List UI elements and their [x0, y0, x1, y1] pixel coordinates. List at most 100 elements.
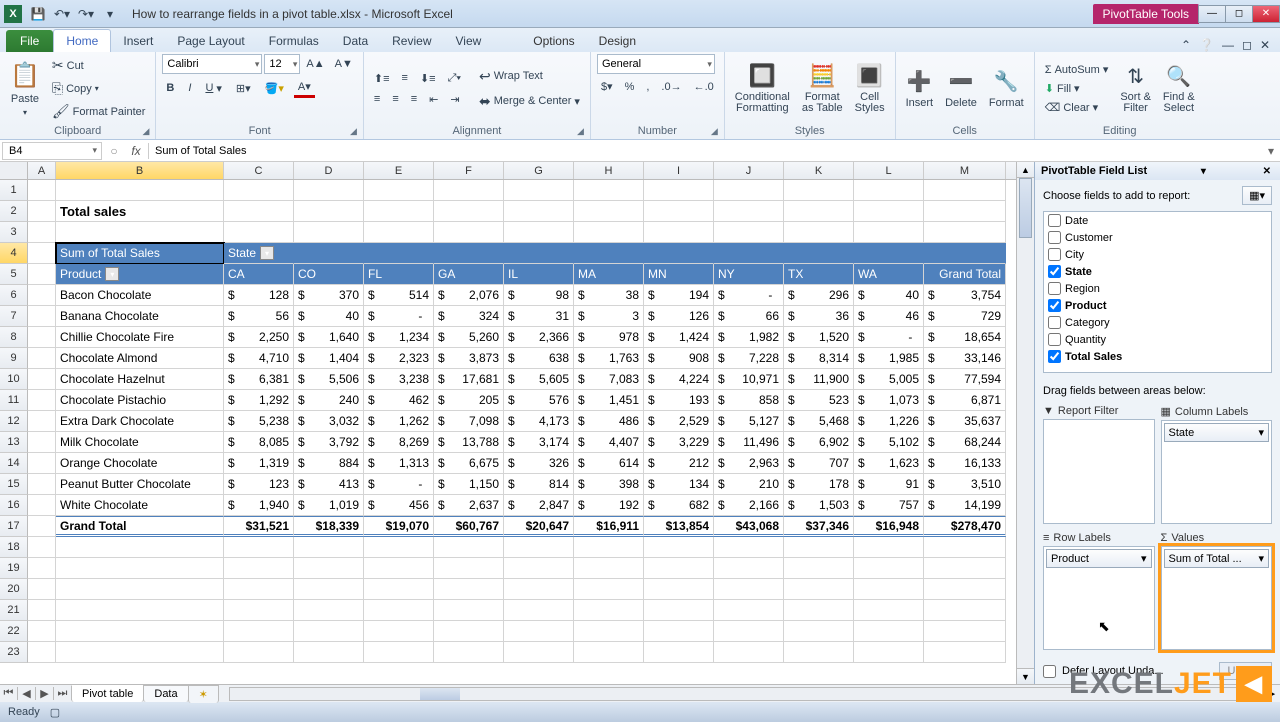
- cell[interactable]: $193: [644, 390, 714, 411]
- cell[interactable]: [434, 243, 504, 264]
- cell[interactable]: $31,521: [224, 516, 294, 537]
- cell[interactable]: [504, 222, 574, 243]
- cell[interactable]: $1,073: [854, 390, 924, 411]
- col-header[interactable]: I: [644, 162, 714, 179]
- cell[interactable]: [294, 579, 364, 600]
- cell[interactable]: Chocolate Hazelnut: [56, 369, 224, 390]
- cell[interactable]: $6,675: [434, 453, 504, 474]
- cell[interactable]: [294, 243, 364, 264]
- cell[interactable]: $13,854: [644, 516, 714, 537]
- cell[interactable]: Banana Chocolate: [56, 306, 224, 327]
- cell[interactable]: Orange Chocolate: [56, 453, 224, 474]
- name-box[interactable]: B4: [2, 142, 102, 160]
- cell[interactable]: $16,948: [854, 516, 924, 537]
- cell[interactable]: [28, 243, 56, 264]
- cell[interactable]: $66: [714, 306, 784, 327]
- cell[interactable]: $4,173: [504, 411, 574, 432]
- cell[interactable]: [784, 180, 854, 201]
- cell[interactable]: $-: [364, 306, 434, 327]
- cell[interactable]: [574, 201, 644, 222]
- cell[interactable]: White Chocolate: [56, 495, 224, 516]
- cell[interactable]: $514: [364, 285, 434, 306]
- cell[interactable]: [364, 537, 434, 558]
- cell[interactable]: [714, 243, 784, 264]
- cell[interactable]: $46: [854, 306, 924, 327]
- cell[interactable]: [28, 264, 56, 285]
- cell[interactable]: [294, 180, 364, 201]
- cell[interactable]: [924, 558, 1006, 579]
- cell[interactable]: $35,637: [924, 411, 1006, 432]
- cell[interactable]: $40: [854, 285, 924, 306]
- cell[interactable]: [28, 579, 56, 600]
- cell[interactable]: Chocolate Almond: [56, 348, 224, 369]
- available-fields-box[interactable]: DateCustomerCityStateRegionProductCatego…: [1043, 211, 1272, 373]
- cell[interactable]: $43,068: [714, 516, 784, 537]
- tab-data[interactable]: Data: [331, 30, 380, 52]
- cell[interactable]: [924, 537, 1006, 558]
- cell[interactable]: [364, 600, 434, 621]
- col-header[interactable]: M: [924, 162, 1006, 179]
- find-select-button[interactable]: 🔍Find & Select: [1159, 62, 1199, 116]
- cell[interactable]: $884: [294, 453, 364, 474]
- cell[interactable]: [28, 537, 56, 558]
- cell[interactable]: $8,085: [224, 432, 294, 453]
- col-header[interactable]: B: [56, 162, 224, 179]
- cell[interactable]: [364, 201, 434, 222]
- cell[interactable]: $40: [294, 306, 364, 327]
- field-city[interactable]: City: [1044, 246, 1271, 263]
- cell[interactable]: $2,366: [504, 327, 574, 348]
- cell[interactable]: $56: [224, 306, 294, 327]
- cell[interactable]: [364, 180, 434, 201]
- cell[interactable]: $2,250: [224, 327, 294, 348]
- sheet-nav-next-icon[interactable]: ▶: [36, 687, 54, 700]
- cell[interactable]: $4,224: [644, 369, 714, 390]
- sheet-nav-first-icon[interactable]: ⏮: [0, 687, 18, 700]
- field-category[interactable]: Category: [1044, 314, 1271, 331]
- sheet-tab-data[interactable]: Data: [143, 685, 188, 702]
- cell[interactable]: State ▾: [224, 243, 294, 264]
- cell[interactable]: $5,605: [504, 369, 574, 390]
- cell[interactable]: [56, 642, 224, 663]
- field-state[interactable]: State: [1044, 263, 1271, 280]
- field-checkbox[interactable]: [1048, 299, 1061, 312]
- cell[interactable]: $462: [364, 390, 434, 411]
- cell[interactable]: [644, 537, 714, 558]
- cell[interactable]: $134: [644, 474, 714, 495]
- workbook-restore-icon[interactable]: ◻: [1242, 38, 1252, 52]
- col-header[interactable]: F: [434, 162, 504, 179]
- cell[interactable]: [28, 390, 56, 411]
- field-customer[interactable]: Customer: [1044, 229, 1271, 246]
- cell[interactable]: $18,654: [924, 327, 1006, 348]
- row-field-dropdown-icon[interactable]: ▾: [105, 267, 119, 281]
- align-center-icon[interactable]: ≡: [388, 91, 402, 108]
- hscroll-thumb[interactable]: [420, 688, 460, 700]
- cell[interactable]: Extra Dark Chocolate: [56, 411, 224, 432]
- cell[interactable]: $7,098: [434, 411, 504, 432]
- cell[interactable]: [224, 201, 294, 222]
- cell[interactable]: $1,520: [784, 327, 854, 348]
- vertical-scrollbar[interactable]: ▲ ▼: [1016, 162, 1034, 684]
- field-checkbox[interactable]: [1048, 333, 1061, 346]
- field-checkbox[interactable]: [1048, 214, 1061, 227]
- cell[interactable]: [364, 642, 434, 663]
- cell[interactable]: WA: [854, 264, 924, 285]
- cell[interactable]: [714, 180, 784, 201]
- qat-save-icon[interactable]: 💾: [26, 3, 50, 25]
- cell[interactable]: $33,146: [924, 348, 1006, 369]
- cell[interactable]: $8,269: [364, 432, 434, 453]
- cell[interactable]: TX: [784, 264, 854, 285]
- tab-view[interactable]: View: [444, 30, 494, 52]
- col-header[interactable]: K: [784, 162, 854, 179]
- cell[interactable]: $6,381: [224, 369, 294, 390]
- tab-file[interactable]: File: [6, 30, 53, 52]
- cell[interactable]: $1,763: [574, 348, 644, 369]
- field-total-sales[interactable]: Total Sales: [1044, 348, 1271, 365]
- cell[interactable]: [294, 201, 364, 222]
- cell[interactable]: $4,407: [574, 432, 644, 453]
- cell[interactable]: $178: [784, 474, 854, 495]
- cell[interactable]: [644, 558, 714, 579]
- cell[interactable]: $5,127: [714, 411, 784, 432]
- cell[interactable]: Sum of Total Sales: [56, 243, 224, 264]
- cell[interactable]: [644, 600, 714, 621]
- cell[interactable]: $456: [364, 495, 434, 516]
